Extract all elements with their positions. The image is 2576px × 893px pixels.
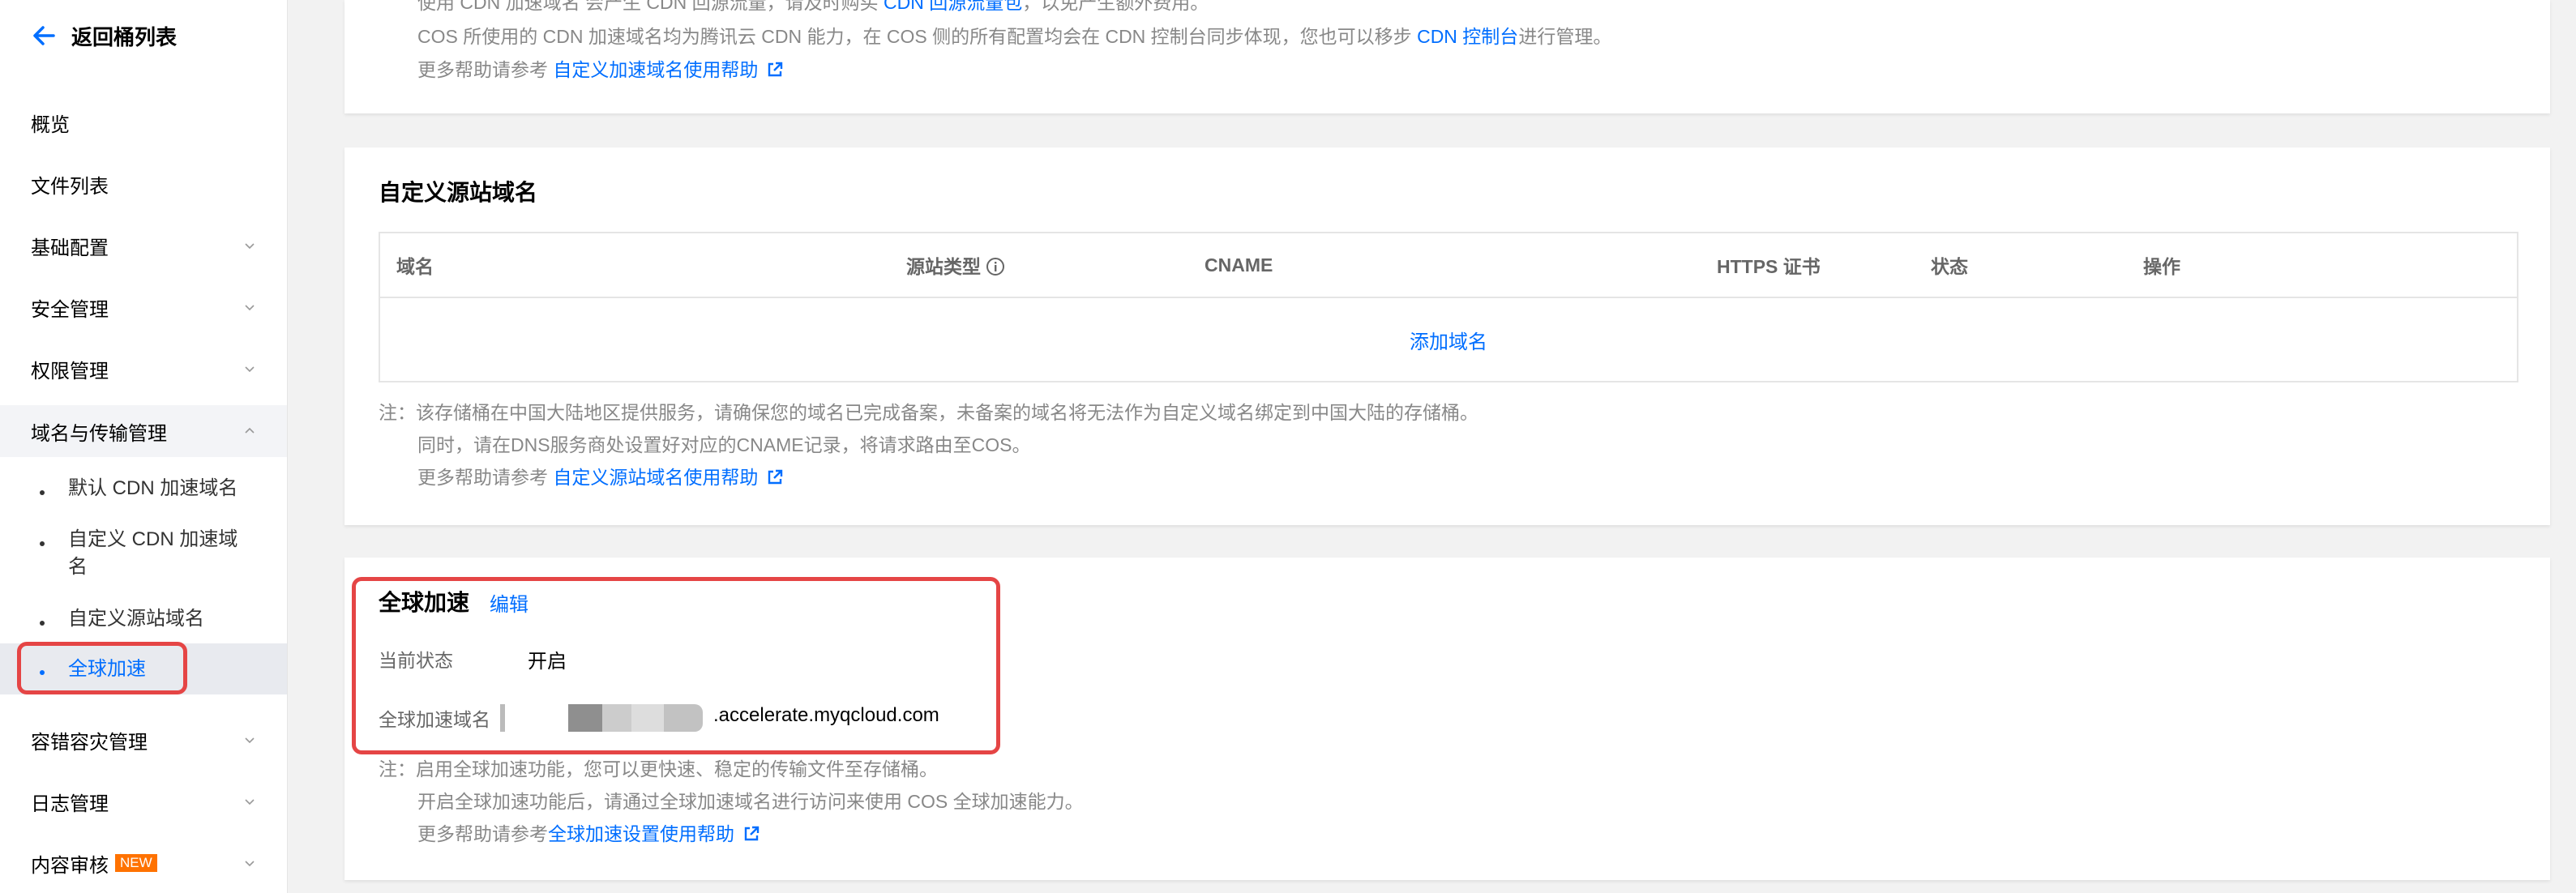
back-label: 返回桶列表 <box>71 24 178 49</box>
bullet-dot <box>40 490 45 495</box>
cdn-fee-note: 使用 CDN 加速域名 会产生 CDN 回源流量，请及时购买 CDN 回源流量包… <box>417 0 1209 15</box>
sidebar-subitem-label: 自定义源站域名 <box>68 608 204 630</box>
global-note-2: 开启全球加速功能后，请通过全球加速域名进行访问来使用 COS 全球加速能力。 <box>417 791 1084 812</box>
col-https-cert: HTTPS 证书 <box>1701 233 1915 298</box>
origin-note-1: 注：该存储桶在中国大陆地区提供服务，请确保您的域名已完成备案，未备案的域名将无法… <box>379 402 1478 423</box>
sidebar-item-permissions[interactable]: 权限管理 <box>0 344 287 393</box>
add-domain-cell: 添加域名 <box>379 297 2518 382</box>
bullet-dot <box>40 621 45 626</box>
origin-note-2: 同时，请在DNS服务商处设置好对应的CNAME记录，将请求路由至COS。 <box>417 434 1031 455</box>
external-link-icon[interactable] <box>742 825 760 843</box>
col-origin-type: 源站类型 <box>890 233 1188 298</box>
sidebar: 返回桶列表 概览 文件列表 基础配置 安全管理 权限管理 域名与传输管理 默认 … <box>0 0 288 893</box>
sidebar-item-label: 权限管理 <box>31 360 109 382</box>
chevron-down-icon <box>245 305 255 311</box>
chevron-down-icon <box>245 243 255 250</box>
cdn-console-link[interactable]: CDN 控制台 <box>1417 26 1518 47</box>
chevron-down-icon <box>245 737 255 744</box>
chevron-up-icon <box>245 427 255 434</box>
cdn-traffic-package-link[interactable]: CDN 回源流量包 <box>884 0 1022 13</box>
sidebar-item-label: 容错容灾管理 <box>31 731 148 754</box>
cdn-help-link[interactable]: 自定义加速域名使用帮助 <box>553 59 758 80</box>
col-origin-type-label: 源站类型 <box>906 256 981 277</box>
note-text: ，以免产生额外费用。 <box>1022 0 1209 13</box>
note-text: COS 所使用的 CDN 加速域名均为腾讯云 CDN 能力，在 COS 侧的所有… <box>417 26 1418 47</box>
note-text: 使用 CDN 加速域名 会产生 CDN 回源流量，请及时购买 <box>417 0 884 13</box>
sidebar-item-label: 日志管理 <box>31 793 109 815</box>
sidebar-item-security[interactable]: 安全管理 <box>0 283 287 331</box>
sidebar-subitem-default-cdn[interactable]: 默认 CDN 加速域名 <box>0 475 287 502</box>
sidebar-item-disaster-recovery[interactable]: 容错容灾管理 <box>0 716 287 764</box>
note-text: 更多帮助请参考 <box>417 59 554 80</box>
highlight-box-global <box>352 577 1000 754</box>
sidebar-item-label: 安全管理 <box>31 298 109 321</box>
col-cname: CNAME <box>1188 233 1701 298</box>
chevron-down-icon <box>245 799 255 805</box>
sidebar-item-label: 基础配置 <box>31 237 109 259</box>
external-link-icon[interactable] <box>766 61 784 79</box>
custom-cdn-card: 使用 CDN 加速域名 会产生 CDN 回源流量，请及时购买 CDN 回源流量包… <box>344 0 2550 113</box>
global-help-note: 更多帮助请参考全球加速设置使用帮助 <box>417 818 760 846</box>
table-row: 添加域名 <box>379 297 2518 382</box>
note-text: 进行管理。 <box>1518 26 1612 47</box>
cdn-help-note: 更多帮助请参考 自定义加速域名使用帮助 <box>417 54 784 82</box>
col-actions: 操作 <box>2127 233 2518 298</box>
origin-domain-table: 域名 源站类型 CNAME HTTPS 证书 状态 操作 添加域名 <box>379 232 2518 382</box>
chevron-down-icon <box>245 861 255 867</box>
sidebar-item-content-moderation[interactable]: 内容审核 NEW <box>0 839 287 887</box>
info-icon[interactable] <box>986 257 1005 276</box>
cdn-console-note: COS 所使用的 CDN 加速域名均为腾讯云 CDN 能力，在 COS 侧的所有… <box>417 21 1611 49</box>
arrow-left-icon <box>33 26 55 45</box>
sidebar-item-label: 文件列表 <box>31 175 109 198</box>
origin-help-link[interactable]: 自定义源站域名使用帮助 <box>553 467 758 488</box>
table-header-row: 域名 源站类型 CNAME HTTPS 证书 状态 操作 <box>379 233 2518 298</box>
sidebar-item-label: 概览 <box>31 113 70 136</box>
sidebar-subitem-label: 自定义 CDN 加速域名 <box>68 528 238 578</box>
sidebar-subitem-custom-origin[interactable]: 自定义源站域名 <box>0 605 287 633</box>
origin-help-note: 更多帮助请参考 自定义源站域名使用帮助 <box>417 462 784 489</box>
highlight-box-sidebar <box>17 642 187 694</box>
sidebar-subitem-custom-cdn[interactable]: 自定义 CDN 加速域名 <box>0 526 287 581</box>
note-text: 更多帮助请参考 <box>417 823 548 844</box>
add-domain-link[interactable]: 添加域名 <box>1410 331 1487 353</box>
sidebar-item-basic-config[interactable]: 基础配置 <box>0 221 287 270</box>
chevron-down-icon <box>245 366 255 373</box>
note-text: 更多帮助请参考 <box>417 467 554 488</box>
section-title: 自定义源站域名 <box>379 180 538 205</box>
sidebar-item-label: 内容审核 <box>31 854 109 877</box>
new-badge: NEW <box>115 854 157 872</box>
global-note-1: 注：启用全球加速功能，您可以更快速、稳定的传输文件至存储桶。 <box>379 758 938 780</box>
bullet-dot <box>40 541 45 546</box>
sidebar-item-logs[interactable]: 日志管理 <box>0 777 287 826</box>
external-link-icon[interactable] <box>766 468 784 486</box>
sidebar-item-domain-transfer[interactable]: 域名与传输管理 <box>0 405 287 457</box>
sidebar-subitem-label: 默认 CDN 加速域名 <box>68 477 238 499</box>
back-to-bucket-list[interactable]: 返回桶列表 <box>31 18 177 53</box>
global-help-link[interactable]: 全球加速设置使用帮助 <box>548 823 734 844</box>
sidebar-item-overview[interactable]: 概览 <box>0 98 287 147</box>
col-domain: 域名 <box>379 233 890 298</box>
sidebar-item-label: 域名与传输管理 <box>31 422 167 445</box>
col-status: 状态 <box>1915 233 2127 298</box>
sidebar-item-file-list[interactable]: 文件列表 <box>0 160 287 208</box>
custom-origin-card: 自定义源站域名 域名 源站类型 CNAME HTTPS 证书 状态 操作 添加域… <box>344 147 2550 525</box>
